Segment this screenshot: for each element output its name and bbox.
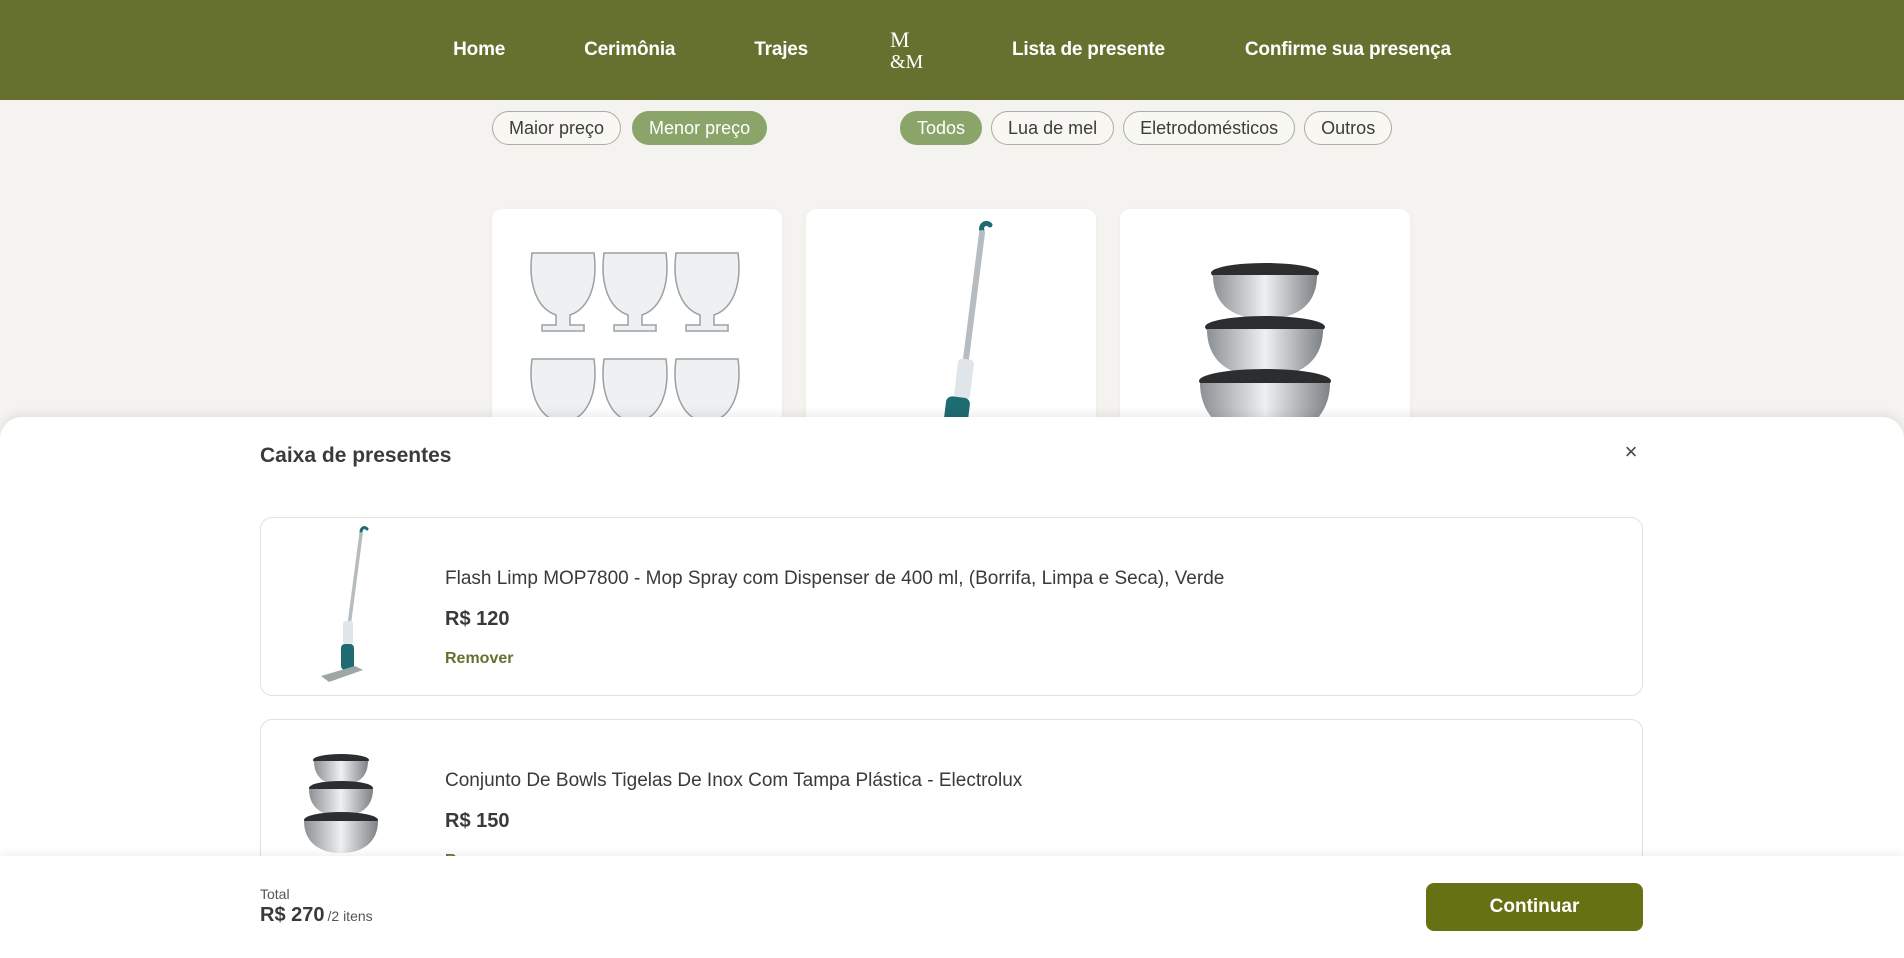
sort-lowest-price[interactable]: Menor preço [632,111,768,145]
category-filters: Todos Lua de mel Eletrodomésticos Outros [900,111,1393,145]
remove-item-button[interactable]: Remover [445,650,513,668]
mop-image [321,526,369,682]
category-all[interactable]: Todos [900,111,983,145]
checkout-footer: Total R$ 270/2 itens Continuar [0,856,1904,958]
product-card-glasses[interactable] [492,209,782,449]
category-appliances[interactable]: Eletrodomésticos [1123,111,1296,145]
glasses-image [530,252,740,438]
item-name[interactable]: Conjunto De Bowls Tigelas De Inox Com Ta… [445,770,1022,792]
product-card-mop[interactable] [806,209,1096,449]
nav-gift-list[interactable]: Lista de presente [1012,39,1165,61]
total-item-count: /2 itens [327,908,373,924]
sort-highest-price[interactable]: Maior preço [492,111,622,145]
item-price: R$ 150 [445,810,510,832]
category-others[interactable]: Outros [1304,111,1393,145]
item-price: R$ 120 [445,608,510,630]
bowls-image [1199,263,1331,439]
total-label: Total [260,886,290,902]
gift-box-item: Flash Limp MOP7800 - Mop Spray com Dispe… [260,517,1643,696]
category-honeymoon[interactable]: Lua de mel [991,111,1115,145]
nav-rsvp[interactable]: Confirme sua presença [1245,39,1451,61]
svg-text:&M: &M [890,51,924,72]
nav-attire[interactable]: Trajes [754,39,808,61]
site-header: Home Cerimônia Trajes M &M Lista de pres… [0,0,1904,100]
continue-button[interactable]: Continuar [1426,883,1643,931]
main-nav: Home Cerimônia Trajes M &M Lista de pres… [453,27,1451,73]
gift-box-title: Caixa de presentes [260,444,452,467]
svg-text:M: M [890,28,910,52]
nav-ceremony[interactable]: Cerimônia [584,39,675,61]
product-card-bowls[interactable] [1120,209,1410,449]
total-amount: R$ 270 [260,904,325,926]
item-name[interactable]: Flash Limp MOP7800 - Mop Spray com Dispe… [445,568,1224,590]
total-value: R$ 270/2 itens [260,904,373,927]
close-icon[interactable]: × [1620,441,1642,463]
nav-home[interactable]: Home [453,39,505,61]
sort-filters: Maior preço Menor preço [492,111,768,145]
mop-image [941,220,993,448]
site-logo[interactable]: M &M [888,27,926,73]
